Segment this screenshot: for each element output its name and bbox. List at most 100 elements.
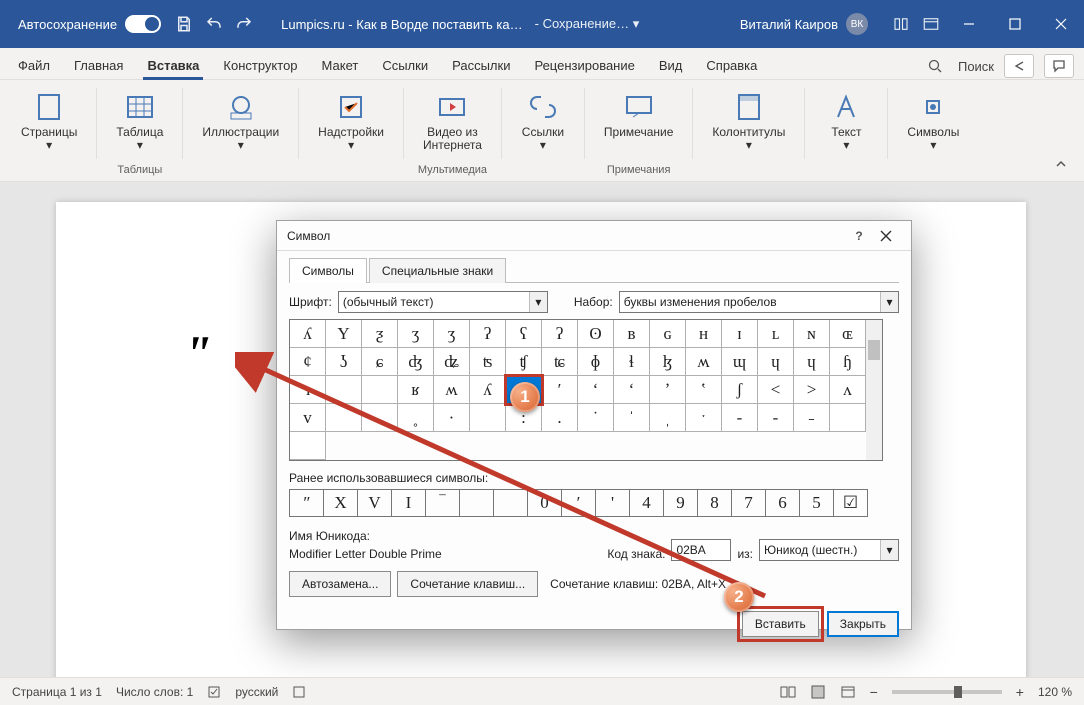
search-label[interactable]: Поиск	[958, 59, 994, 74]
insert-button[interactable]: Вставить	[742, 611, 819, 637]
collapse-ribbon-icon[interactable]	[1054, 157, 1074, 177]
undo-icon[interactable]	[205, 15, 223, 33]
symbol-cell[interactable]: ʙ	[614, 320, 650, 348]
symbol-cell[interactable]	[290, 432, 326, 460]
tab-file[interactable]: Файл	[6, 51, 62, 79]
recent-symbol-cell[interactable]: '	[595, 489, 630, 517]
comments-button[interactable]	[1044, 54, 1074, 78]
symbol-cell[interactable]	[326, 376, 362, 404]
symbol-cell[interactable]: ʃ	[722, 376, 758, 404]
symbol-cell[interactable]: ʁ	[398, 376, 434, 404]
reading-mode-icon[interactable]	[892, 15, 910, 33]
recent-symbol-cell[interactable]: X	[323, 489, 358, 517]
tab-mailings[interactable]: Рассылки	[440, 51, 522, 79]
symbol-cell[interactable]: ʟ	[758, 320, 794, 348]
symbol-cell[interactable]: ɧ	[830, 348, 866, 376]
recent-symbol-cell[interactable]: ‾	[425, 489, 460, 517]
symbol-cell[interactable]: ɢ	[650, 320, 686, 348]
ribbon-button[interactable]: Текст▾	[815, 84, 877, 162]
symbol-cell[interactable]: ɬ	[614, 348, 650, 376]
status-words[interactable]: Число слов: 1	[116, 685, 193, 699]
recent-symbol-cell[interactable]: 0	[527, 489, 562, 517]
symbol-cell[interactable]: ʧ	[506, 348, 542, 376]
macro-icon[interactable]	[292, 685, 306, 699]
shortcut-key-button[interactable]: Сочетание клавиш...	[397, 571, 538, 597]
recent-symbol-cell[interactable]: ☑	[833, 489, 868, 517]
minimize-button[interactable]	[946, 0, 992, 48]
symbol-cell[interactable]	[830, 404, 866, 432]
symbol-cell[interactable]: ʘ	[578, 320, 614, 348]
symbol-cell[interactable]: ʒ	[398, 320, 434, 348]
symbol-cell[interactable]	[470, 404, 506, 432]
symbol-cell[interactable]: ʦ	[470, 348, 506, 376]
symbol-cell[interactable]: ɪ	[722, 320, 758, 348]
symbol-cell[interactable]: ʕ	[506, 320, 542, 348]
autocorrect-button[interactable]: Автозамена...	[289, 571, 391, 597]
from-combo[interactable]: Юникод (шестн.)▾	[759, 539, 899, 561]
share-button[interactable]	[1004, 54, 1034, 78]
ribbon-button[interactable]: Видео изИнтернета	[414, 84, 491, 162]
symbol-cell[interactable]: ᴠ	[290, 404, 326, 432]
tab-design[interactable]: Конструктор	[211, 51, 309, 79]
symbol-cell[interactable]: <	[758, 376, 794, 404]
recent-symbol-cell[interactable]	[459, 489, 494, 517]
symbol-cell[interactable]: ʼ	[650, 376, 686, 404]
symbol-cell[interactable]: ɸ	[578, 348, 614, 376]
symbol-cell[interactable]: ˗	[794, 404, 830, 432]
symbol-cell[interactable]: ʍ	[434, 376, 470, 404]
symbol-cell[interactable]: -	[758, 404, 794, 432]
symbol-cell[interactable]: ɥ	[794, 348, 830, 376]
zoom-slider[interactable]	[892, 690, 1002, 694]
dialog-close-button[interactable]	[871, 221, 901, 251]
symbol-cell[interactable]: ʥ	[434, 348, 470, 376]
symbol-cell[interactable]: ʨ	[542, 348, 578, 376]
symbol-cell[interactable]	[362, 376, 398, 404]
code-input[interactable]: 02BA	[671, 539, 731, 561]
recent-symbol-cell[interactable]: 7	[731, 489, 766, 517]
symbol-cell[interactable]: ʔ	[470, 320, 506, 348]
tab-view[interactable]: Вид	[647, 51, 695, 79]
symbol-cell[interactable]: ˑ	[686, 404, 722, 432]
web-layout-icon[interactable]	[840, 685, 856, 699]
symbol-cell[interactable]: ʤ	[398, 348, 434, 376]
dialog-tab-symbols[interactable]: Символы	[289, 258, 367, 283]
symbol-cell[interactable]: ɴ	[794, 320, 830, 348]
print-layout-icon[interactable]	[810, 685, 826, 699]
symbol-cell[interactable]: ˈ	[614, 404, 650, 432]
symbol-cell[interactable]: ʔ	[542, 320, 578, 348]
symbol-cell[interactable]: ȼ	[290, 348, 326, 376]
symbol-cell[interactable]: ʽ	[686, 376, 722, 404]
maximize-button[interactable]	[992, 0, 1038, 48]
tab-review[interactable]: Рецензирование	[522, 51, 646, 79]
search-button[interactable]	[922, 53, 948, 79]
recent-symbol-cell[interactable]: I	[391, 489, 426, 517]
dialog-tab-special[interactable]: Специальные знаки	[369, 258, 506, 283]
font-combo[interactable]: (обычный текст)▾	[338, 291, 548, 313]
symbol-cell[interactable]: -	[722, 404, 758, 432]
ribbon-button[interactable]: Примечание	[595, 84, 682, 162]
ribbon-button[interactable]: Ссылки▾	[512, 84, 574, 162]
symbol-cell[interactable]: ʜ	[686, 320, 722, 348]
symbol-cell[interactable]: ˳	[398, 404, 434, 432]
symbol-cell[interactable]: ʖ	[326, 348, 362, 376]
symbol-cell[interactable]	[326, 404, 362, 432]
ribbon-button[interactable]: Страницы▾	[12, 84, 86, 162]
recent-symbol-cell[interactable]	[493, 489, 528, 517]
symbol-cell[interactable]: .	[542, 404, 578, 432]
symbol-cell[interactable]: ʎ	[290, 320, 326, 348]
symbol-cell[interactable]: ʒ	[434, 320, 470, 348]
tab-layout[interactable]: Макет	[310, 51, 371, 79]
recent-symbol-cell[interactable]: 5	[799, 489, 834, 517]
redo-icon[interactable]	[235, 15, 253, 33]
ribbon-button[interactable]: Иллюстрации▾	[193, 84, 288, 162]
zoom-in-button[interactable]: +	[1016, 684, 1024, 700]
zoom-value[interactable]: 120 %	[1038, 685, 1072, 699]
symbol-cell[interactable]: ɶ	[830, 320, 866, 348]
recent-symbol-cell[interactable]: ʺ	[289, 489, 324, 517]
dialog-help-button[interactable]: ?	[847, 221, 871, 251]
symbol-cell[interactable]: ʎ	[470, 376, 506, 404]
symbol-cell[interactable]: ʻ	[614, 376, 650, 404]
recent-symbol-cell[interactable]: 4	[629, 489, 664, 517]
recent-symbol-cell[interactable]: 6	[765, 489, 800, 517]
tab-home[interactable]: Главная	[62, 51, 135, 79]
